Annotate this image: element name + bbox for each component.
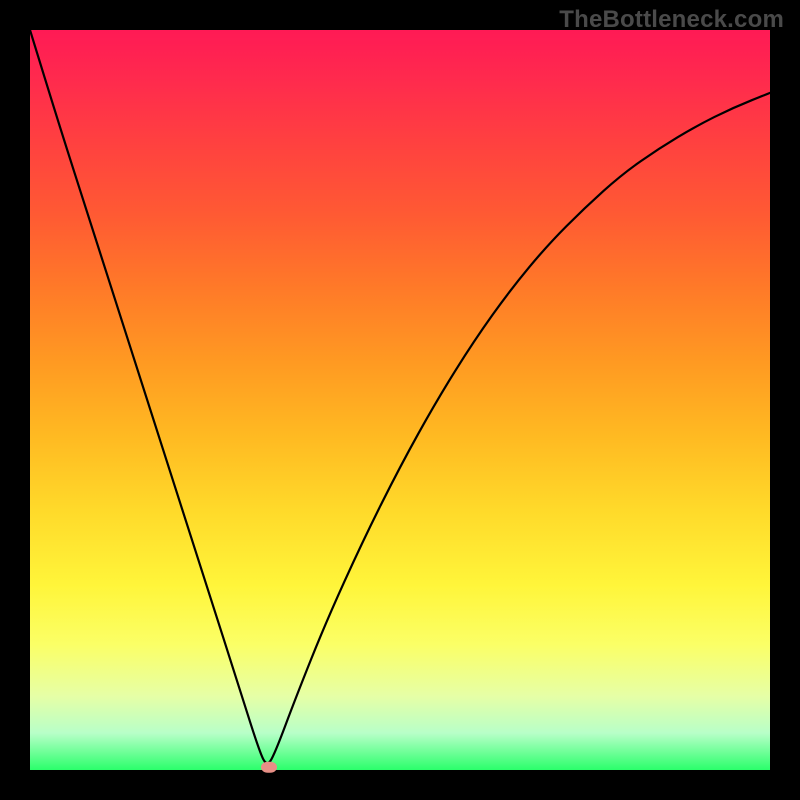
plot-area xyxy=(30,30,770,770)
chart-frame: TheBottleneck.com xyxy=(0,0,800,800)
bottleneck-curve xyxy=(30,30,770,763)
watermark-text: TheBottleneck.com xyxy=(559,6,784,34)
curve-svg xyxy=(30,30,770,770)
dip-marker xyxy=(261,762,277,773)
